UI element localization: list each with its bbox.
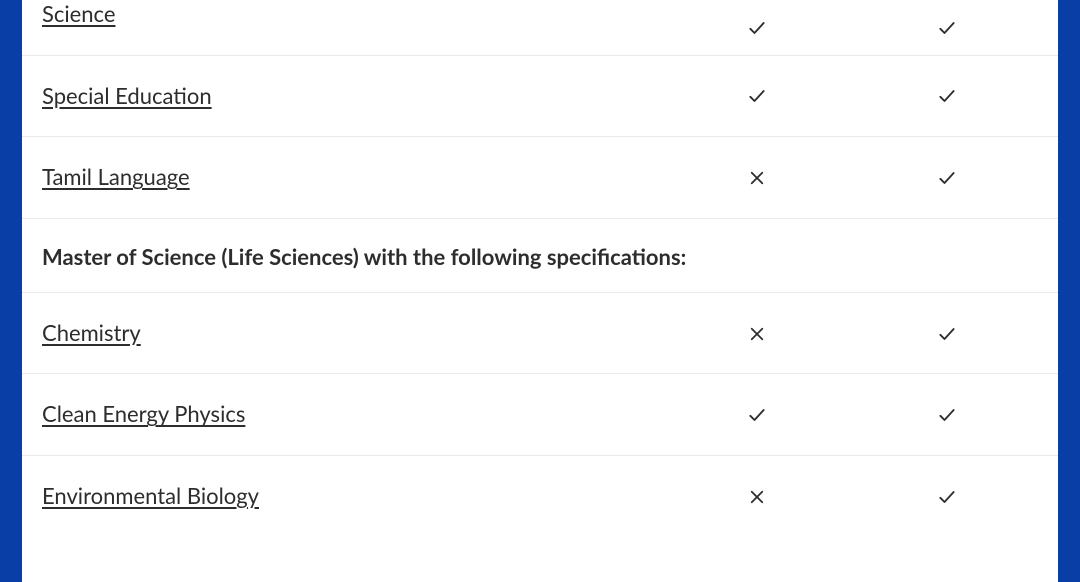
programme-link-cell: Special Education: [42, 56, 662, 137]
col1-mark: [662, 17, 852, 38]
col2-mark: [852, 323, 1042, 344]
col1-mark: [662, 85, 852, 106]
check-icon: [747, 405, 767, 425]
check-icon: [747, 86, 767, 106]
programme-link-cell: Environmental Biology: [42, 456, 662, 537]
check-icon: [937, 405, 957, 425]
table-row: Special Education: [22, 56, 1058, 138]
programme-link-cell: Clean Energy Physics: [42, 374, 662, 455]
programme-table: Science Special Education Tamil Language…: [22, 0, 1058, 582]
programme-link[interactable]: Tamil Language: [42, 163, 190, 190]
programme-link-cell: Chemistry: [42, 293, 662, 374]
col1-mark: [662, 168, 852, 188]
section-header: Master of Science (Life Sciences) with t…: [22, 219, 1058, 293]
check-icon: [937, 18, 957, 38]
table-row: Clean Energy Physics: [22, 374, 1058, 456]
cross-icon: [748, 488, 766, 506]
table-row: Tamil Language: [22, 137, 1058, 219]
col1-mark: [662, 404, 852, 425]
cross-icon: [748, 325, 766, 343]
check-icon: [937, 168, 957, 188]
col2-mark: [852, 17, 1042, 38]
programme-link[interactable]: Chemistry: [42, 319, 141, 346]
col1-mark: [662, 323, 852, 343]
check-icon: [747, 18, 767, 38]
programme-link[interactable]: Environmental Biology: [42, 482, 259, 509]
table-row: Environmental Biology: [22, 456, 1058, 537]
col2-mark: [852, 167, 1042, 188]
col2-mark: [852, 486, 1042, 507]
programme-link-cell: Tamil Language: [42, 137, 662, 218]
check-icon: [937, 86, 957, 106]
programme-link[interactable]: Science: [42, 0, 115, 27]
check-icon: [937, 324, 957, 344]
cross-icon: [748, 169, 766, 187]
col1-mark: [662, 486, 852, 506]
programme-link[interactable]: Clean Energy Physics: [42, 400, 245, 427]
table-row: Chemistry: [22, 293, 1058, 375]
table-row: Science: [22, 0, 1058, 56]
col2-mark: [852, 404, 1042, 425]
col2-mark: [852, 85, 1042, 106]
programme-link-cell: Science: [42, 0, 662, 55]
check-icon: [937, 487, 957, 507]
programme-link[interactable]: Special Education: [42, 82, 212, 109]
